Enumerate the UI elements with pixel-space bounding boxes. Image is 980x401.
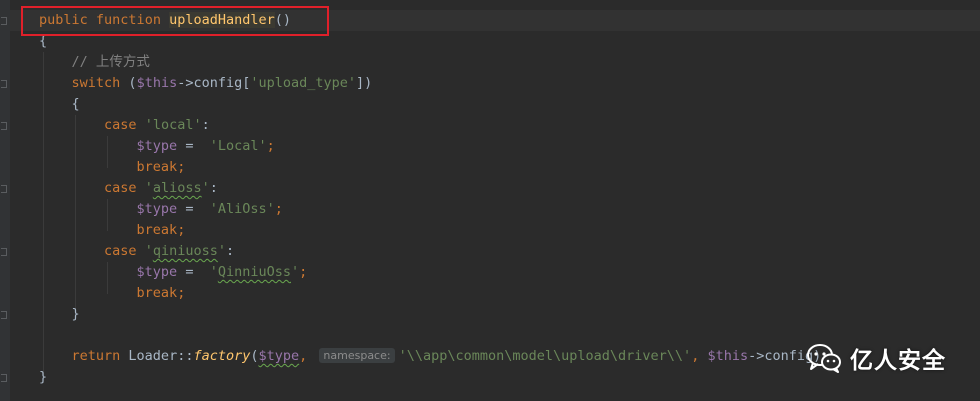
code-token: 'Local' (209, 138, 267, 154)
code-token: break (136, 159, 178, 175)
parameter-hint: namespace: (319, 348, 395, 363)
code-token: '\\app\common\model\upload\driver\\' (398, 348, 692, 364)
code-editor[interactable]: public function uploadHandler(){ // 上传方式… (39, 10, 980, 388)
code-token: : (226, 243, 235, 259)
code-token: = (177, 201, 210, 217)
code-line[interactable]: break; (39, 157, 980, 178)
code-token: $type (136, 201, 178, 217)
code-token: ->config[ (177, 75, 251, 91)
fold-marker-icon[interactable] (1, 374, 7, 382)
code-token: QinniuOss (217, 264, 291, 280)
code-line[interactable]: } (39, 304, 980, 325)
code-token: ; (266, 138, 275, 154)
code-token: ; (299, 264, 308, 280)
code-token: 'upload_type' (250, 75, 357, 91)
highlight-box (21, 6, 329, 36)
fold-marker-icon[interactable] (1, 185, 7, 193)
code-token: $type (136, 138, 178, 154)
code-token: } (39, 306, 80, 322)
code-token: ; (274, 201, 283, 217)
code-token: = (177, 264, 210, 280)
code-line[interactable]: switch ($this->config['upload_type']) (39, 73, 980, 94)
code-token: return (71, 348, 121, 364)
fold-marker-icon[interactable] (1, 122, 7, 130)
code-token: ' (217, 243, 226, 259)
code-token: { (39, 96, 80, 112)
code-token: case (104, 180, 137, 196)
code-token: ' (291, 264, 300, 280)
code-token: ' (144, 180, 153, 196)
code-token: ; (177, 222, 186, 238)
code-token: ' (209, 264, 218, 280)
code-token: $type (136, 264, 178, 280)
wechat-icon (807, 344, 841, 373)
code-line[interactable]: break; (39, 283, 980, 304)
code-token: } (39, 369, 48, 385)
code-token: factory (193, 348, 251, 364)
code-token: 'local' (144, 117, 202, 133)
code-token: ( (120, 75, 137, 91)
watermark: 亿人安全 (806, 340, 946, 376)
code-token: : (209, 180, 218, 196)
code-token: ' (144, 243, 153, 259)
code-token: ; (177, 285, 186, 301)
code-token: qiniuoss (152, 243, 218, 259)
code-token: break (136, 222, 178, 238)
fold-marker-icon[interactable] (1, 248, 7, 256)
code-token: 'AliOss' (209, 201, 275, 217)
code-line[interactable]: case 'local': (39, 115, 980, 136)
code-token: : (201, 117, 210, 133)
code-token: case (104, 243, 137, 259)
code-line[interactable]: case 'alioss': (39, 178, 980, 199)
code-token: ]) (356, 75, 373, 91)
code-token: $this (136, 75, 178, 91)
code-line[interactable]: break; (39, 220, 980, 241)
fold-marker-icon[interactable] (1, 80, 7, 88)
code-token: // 上传方式 (71, 54, 150, 70)
code-token: ' (201, 180, 210, 196)
code-token: , (691, 348, 708, 364)
code-token: $this (707, 348, 749, 364)
code-token: case (104, 117, 137, 133)
code-token: ( (250, 348, 259, 364)
code-token: alioss (152, 180, 202, 196)
code-token: ; (177, 159, 186, 175)
fold-marker-icon[interactable] (1, 17, 7, 25)
code-token: , (299, 348, 316, 364)
code-line[interactable]: $type = 'QinniuOss'; (39, 262, 980, 283)
code-token: = (177, 138, 210, 154)
code-token: $type (258, 348, 300, 364)
code-line[interactable]: { (39, 94, 980, 115)
watermark-text: 亿人安全 (850, 348, 946, 374)
code-line[interactable]: $type = 'Local'; (39, 136, 980, 157)
code-line[interactable]: case 'qiniuoss': (39, 241, 980, 262)
code-line[interactable]: // 上传方式 (39, 52, 980, 73)
code-token: break (136, 285, 178, 301)
code-token: Loader:: (120, 348, 194, 364)
fold-marker-icon[interactable] (1, 311, 7, 319)
code-token: switch (71, 75, 121, 91)
editor-gutter (0, 0, 10, 401)
code-line[interactable]: $type = 'AliOss'; (39, 199, 980, 220)
